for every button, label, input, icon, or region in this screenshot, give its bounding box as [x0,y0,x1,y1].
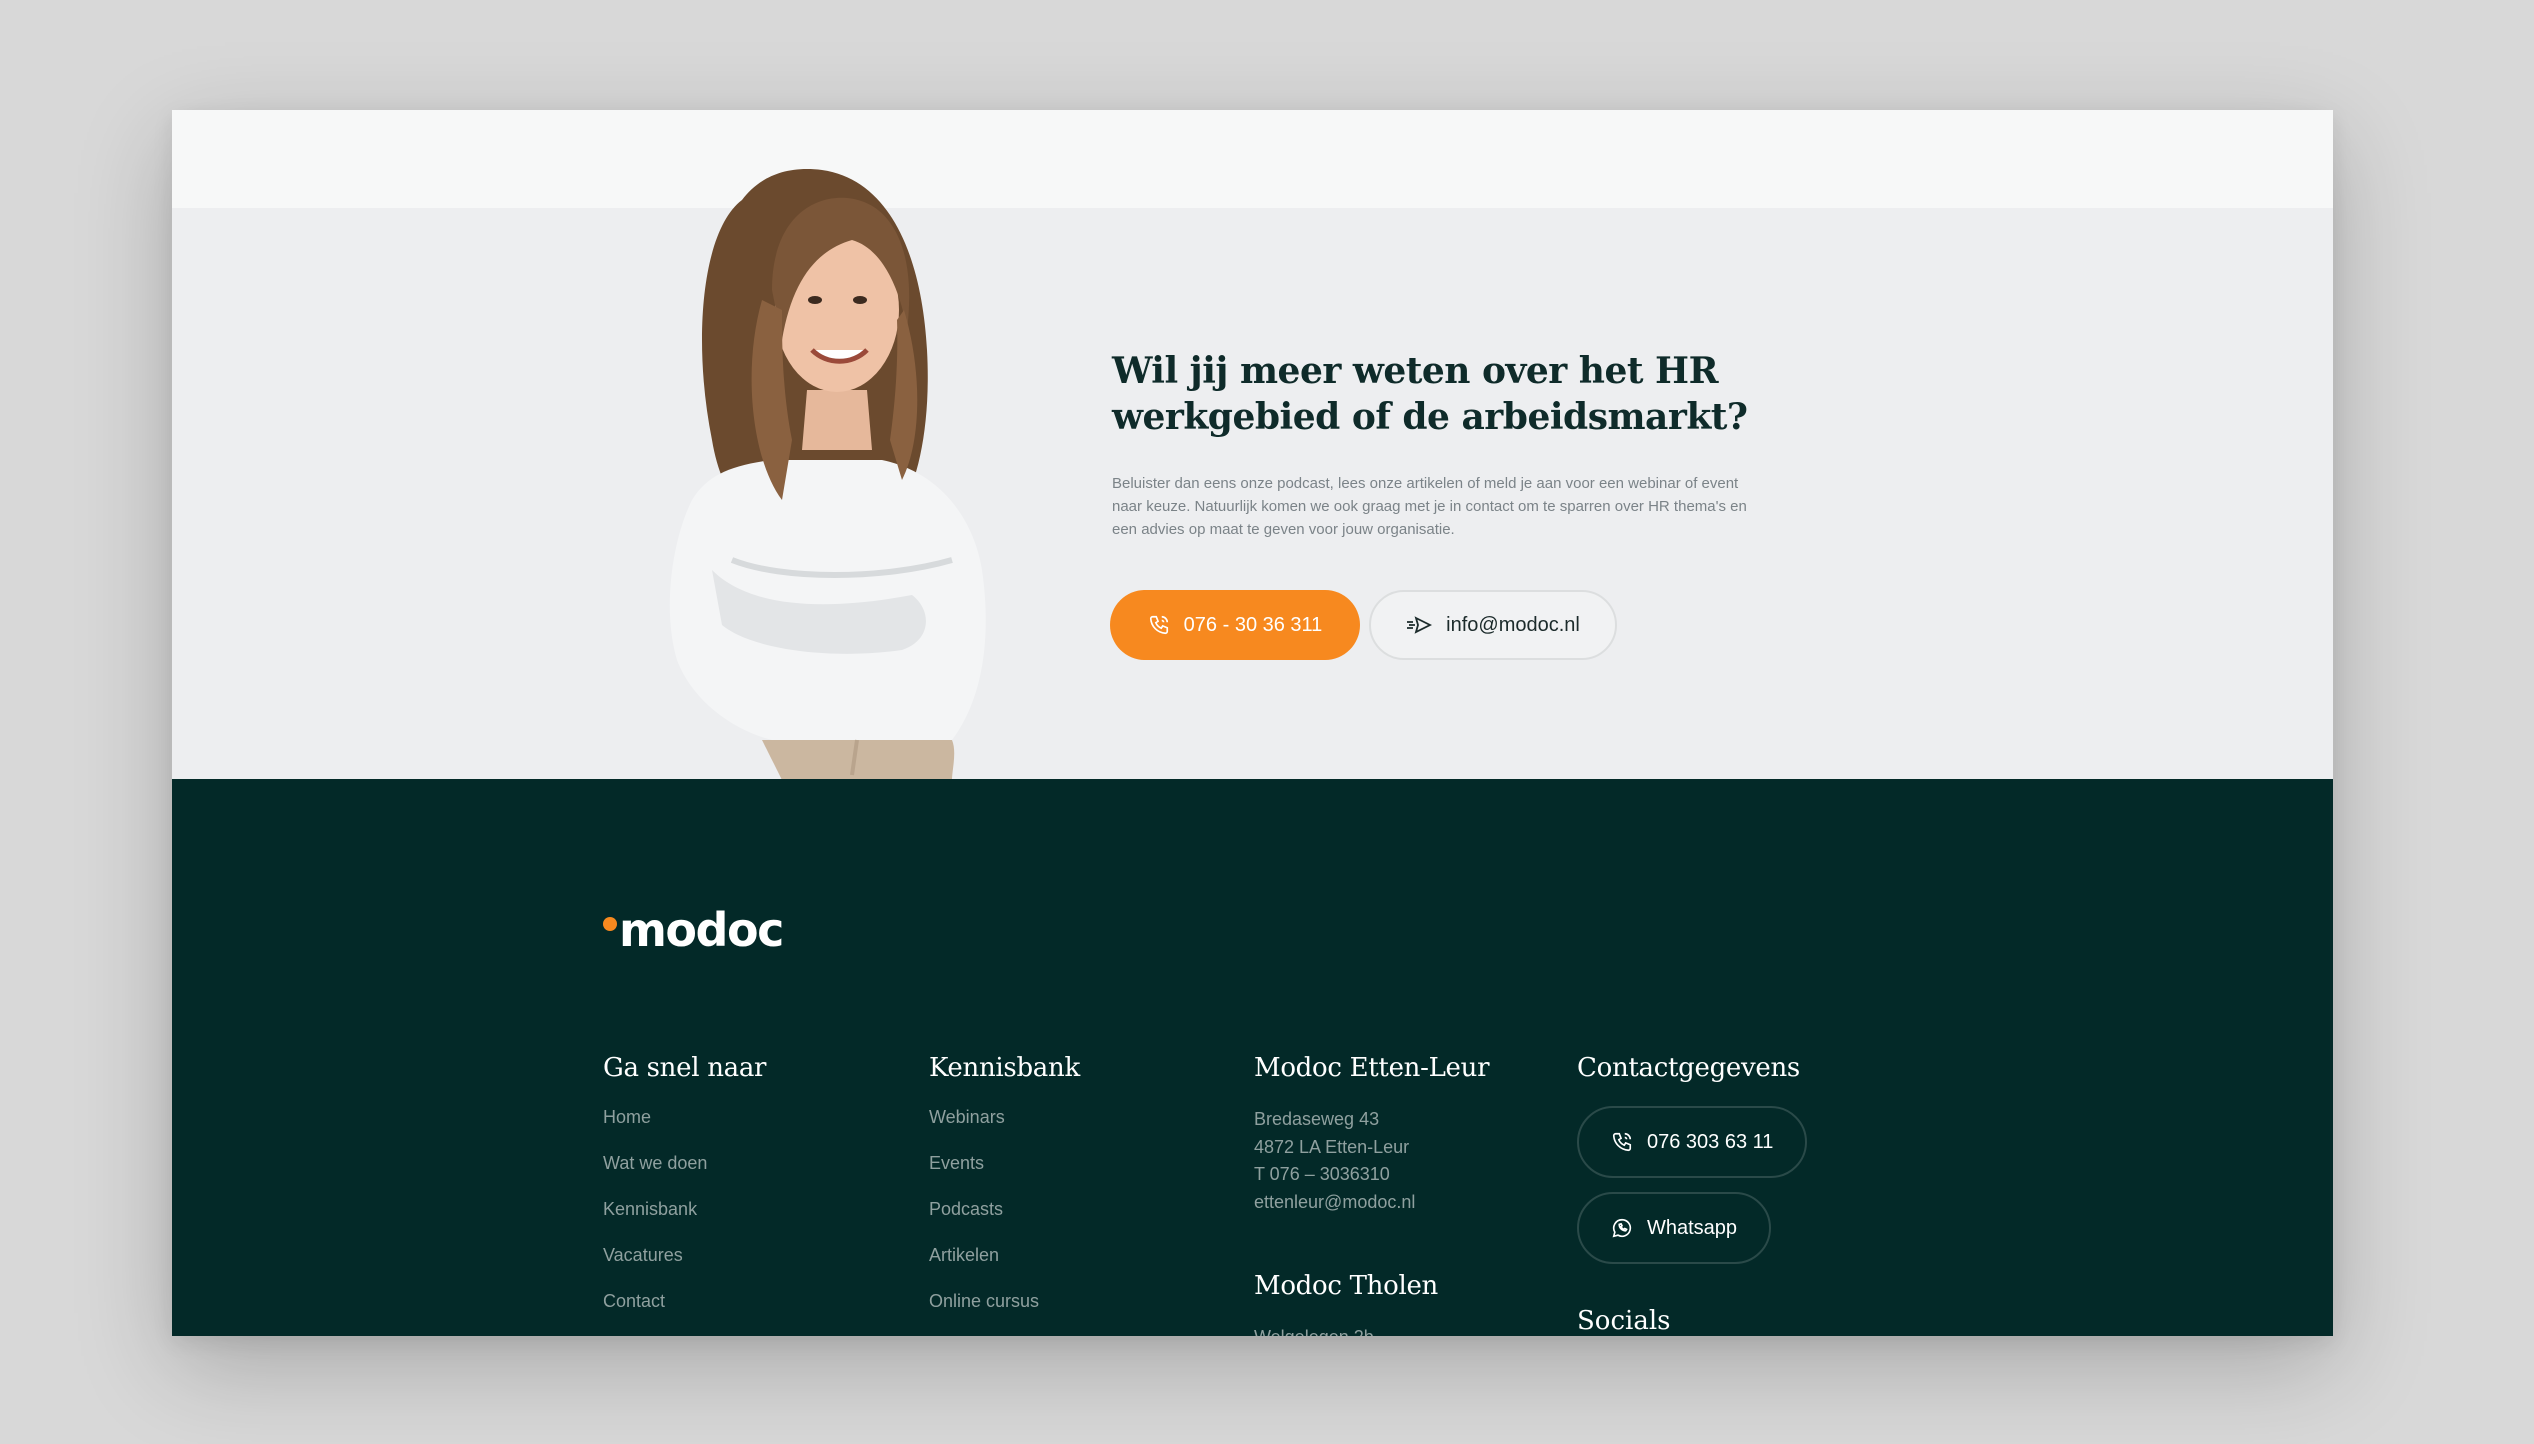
phone-icon [1149,615,1168,635]
whatsapp-icon [1612,1218,1632,1238]
footer-link-artikelen[interactable]: Artikelen [929,1244,1080,1290]
address-line: Welgelegen 2b [1254,1324,1489,1336]
footer-phone-label: 076 303 63 11 [1647,1130,1774,1153]
person-photo [669,169,986,780]
footer-link-wat-we-doen[interactable]: Wat we doen [603,1152,766,1198]
browser-frame: Wil jij meer weten over het HR werkgebie… [172,110,2333,1336]
footer-col-contact: Contactgegevens 076 303 63 11 Whatsapp S… [1577,1052,1808,1336]
footer-link-contact[interactable]: Contact [603,1290,766,1336]
footer-link-vacatures[interactable]: Vacatures [603,1244,766,1290]
phone-line: T 076 – 3036310 [1254,1164,1390,1184]
footer-link-online-cursus[interactable]: Online cursus [929,1290,1080,1336]
footer-link-events[interactable]: Events [929,1152,1080,1198]
email-link[interactable]: ettenleur@modoc.nl [1254,1189,1489,1217]
phone-button[interactable]: 076 - 30 36 311 [1110,590,1360,660]
footer-col-title: Modoc Tholen [1254,1271,1438,1301]
address-line: 4872 LA Etten-Leur [1254,1136,1410,1157]
footer-link-home[interactable]: Home [603,1106,766,1152]
cta-heading: Wil jij meer weten over het HR werkgebie… [1112,350,1748,438]
footer-col-locations: Modoc Etten-Leur Bredaseweg 43 4872 LA E… [1254,1052,1490,1336]
whatsapp-label: Whatsapp [1647,1216,1738,1239]
phone-button-label: 076 - 30 36 311 [1183,613,1323,636]
modoc-logo[interactable]: modoc [603,903,784,957]
footer-phone-button[interactable]: 076 303 63 11 [1577,1106,1808,1178]
phone-icon [1612,1132,1632,1152]
socials-heading: Socials [1577,1306,1671,1336]
logo-text: modoc [619,903,784,957]
footer-link-podcasts[interactable]: Podcasts [929,1198,1080,1244]
address-line: Bredaseweg 43 [1254,1109,1380,1129]
email-button-label: info@modoc.nl [1446,613,1580,636]
whatsapp-button[interactable]: Whatsapp [1577,1192,1772,1264]
cta-description: Beluister dan eens onze podcast, lees on… [1112,475,1747,538]
footer-col-kennisbank: Kennisbank Webinars Events Podcasts Arti… [929,1052,1080,1336]
footer-col-title: Ga snel naar [603,1053,767,1083]
send-icon [1407,616,1433,634]
footer-col-title: Kennisbank [929,1053,1080,1083]
footer-link-kennisbank[interactable]: Kennisbank [603,1198,766,1244]
email-button[interactable]: info@modoc.nl [1369,590,1617,660]
footer-col-title: Contactgegevens [1577,1053,1800,1083]
footer-link-webinars[interactable]: Webinars [929,1106,1080,1152]
footer: modoc Ga snel naar Home Wat we doen Kenn… [172,779,2333,1336]
footer-col-title: Modoc Etten-Leur [1254,1053,1490,1083]
logo-dot [603,917,617,931]
footer-col-quicklinks: Ga snel naar Home Wat we doen Kennisbank… [603,1052,766,1336]
top-strip [172,110,2333,208]
